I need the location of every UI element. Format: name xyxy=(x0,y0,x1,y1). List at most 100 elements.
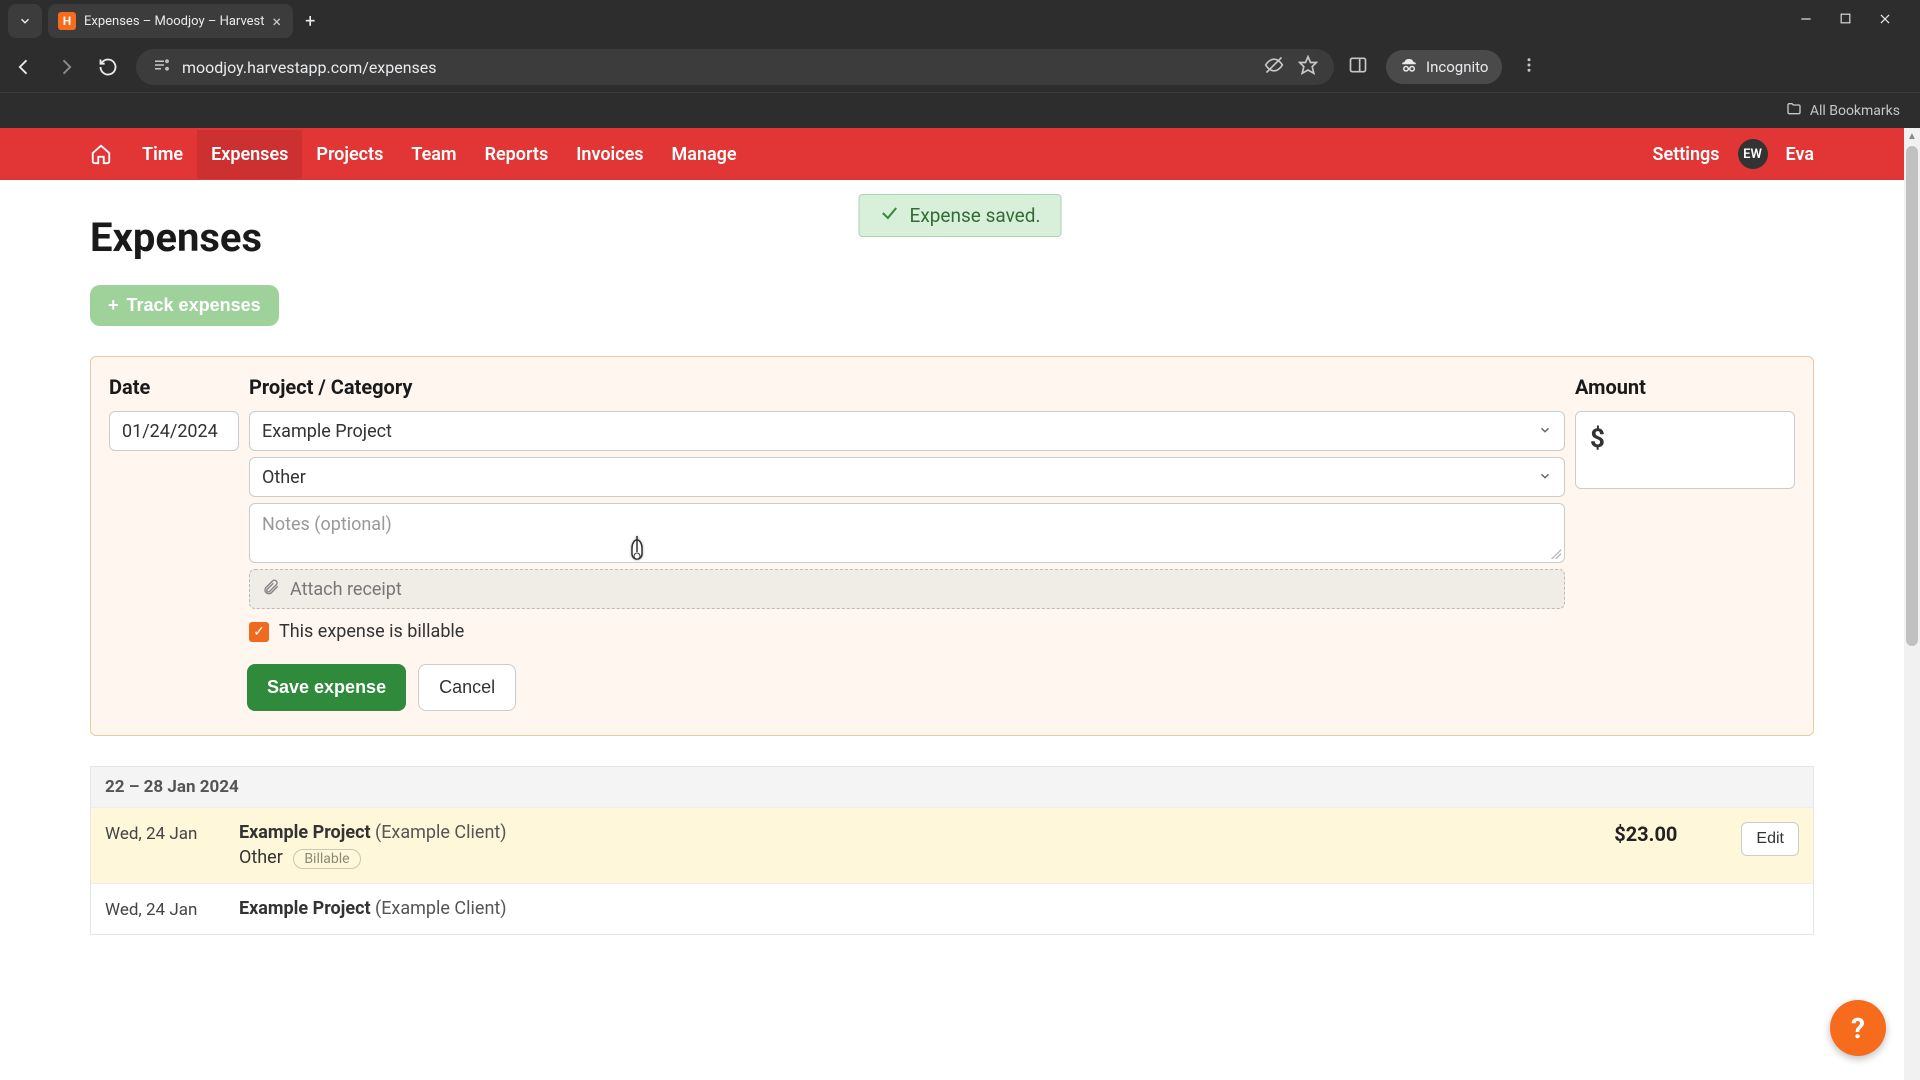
side-panel-icon[interactable] xyxy=(1348,55,1368,79)
list-group-header: 22 – 28 Jan 2024 xyxy=(91,767,1813,807)
form-buttons: Save expense Cancel xyxy=(247,664,1795,711)
check-icon xyxy=(880,203,900,228)
date-value: 01/24/2024 xyxy=(122,421,218,442)
browser-chrome: H Expenses – Moodjoy – Harvest × + xyxy=(0,0,1920,128)
avatar[interactable]: EW xyxy=(1738,139,1768,169)
all-bookmarks-link[interactable]: All Bookmarks xyxy=(1810,103,1900,119)
scrollbar[interactable]: ▲ xyxy=(1904,128,1920,1080)
extension-area: Incognito xyxy=(1348,50,1538,84)
attach-label: Attach receipt xyxy=(290,579,402,600)
nav-manage[interactable]: Manage xyxy=(658,130,751,179)
label-project: Project / Category xyxy=(249,375,1565,399)
home-icon[interactable] xyxy=(90,143,112,165)
nav-projects[interactable]: Projects xyxy=(302,130,397,179)
col-amount: Amount $ xyxy=(1575,375,1795,642)
date-input[interactable]: 01/24/2024 xyxy=(109,411,239,451)
nav-invoices[interactable]: Invoices xyxy=(562,130,657,179)
incognito-icon xyxy=(1400,56,1418,78)
tab-title: Expenses – Moodjoy – Harvest xyxy=(84,14,265,29)
tab-strip: H Expenses – Moodjoy – Harvest × + xyxy=(0,0,1920,42)
close-icon[interactable]: × xyxy=(273,12,282,31)
project-value: Example Project xyxy=(262,421,392,442)
site-info-icon[interactable] xyxy=(152,56,170,78)
nav-expenses[interactable]: Expenses xyxy=(197,130,302,179)
cancel-button[interactable]: Cancel xyxy=(418,664,516,711)
nav-team[interactable]: Team xyxy=(397,130,470,179)
url-text: moodjoy.harvestapp.com/expenses xyxy=(182,58,437,77)
forward-button[interactable] xyxy=(52,57,80,77)
table-row: Wed, 24 Jan Example Project (Example Cli… xyxy=(91,807,1813,883)
row-date: Wed, 24 Jan xyxy=(105,822,215,844)
addr-right xyxy=(1264,55,1318,79)
reload-button[interactable] xyxy=(94,57,122,77)
scrollbar-thumb[interactable] xyxy=(1906,146,1918,646)
row-client: (Example Client) xyxy=(375,898,507,919)
window-controls xyxy=(1799,12,1912,30)
eye-off-icon[interactable] xyxy=(1264,55,1284,79)
chevron-down-icon xyxy=(1538,467,1552,488)
row-project: Example Project xyxy=(239,898,371,919)
window-close-icon[interactable] xyxy=(1878,12,1892,30)
row-client: (Example Client) xyxy=(375,822,507,843)
nav-reports[interactable]: Reports xyxy=(471,130,563,179)
nav-list: Time Expenses Projects Team Reports Invo… xyxy=(128,130,751,179)
kebab-menu-icon[interactable] xyxy=(1520,56,1538,78)
label-amount: Amount xyxy=(1575,375,1795,399)
help-fab[interactable]: ? xyxy=(1830,1000,1886,1056)
app-nav: Time Expenses Projects Team Reports Invo… xyxy=(0,128,1904,180)
amount-input[interactable]: $ xyxy=(1575,411,1795,489)
row-category: Other xyxy=(239,847,283,868)
address-bar[interactable]: moodjoy.harvestapp.com/expenses xyxy=(136,49,1334,85)
question-icon: ? xyxy=(1851,1012,1865,1045)
folder-icon xyxy=(1786,101,1802,121)
tab-search-button[interactable] xyxy=(8,4,42,38)
nav-time[interactable]: Time xyxy=(128,130,197,179)
billable-label: This expense is billable xyxy=(279,621,464,642)
nav-settings[interactable]: Settings xyxy=(1653,144,1720,165)
row-project: Example Project xyxy=(239,822,371,843)
billable-badge: Billable xyxy=(293,849,360,869)
incognito-label: Incognito xyxy=(1426,58,1488,76)
attach-receipt-button[interactable]: Attach receipt xyxy=(249,569,1565,609)
browser-toolbar: moodjoy.harvestapp.com/expenses Incognit… xyxy=(0,42,1920,92)
track-btn-label: Track expenses xyxy=(127,295,261,316)
notes-placeholder: Notes (optional) xyxy=(262,514,392,535)
row-amount: $23.00 xyxy=(1614,822,1677,846)
star-icon[interactable] xyxy=(1298,55,1318,79)
bookmarks-bar: All Bookmarks xyxy=(0,92,1920,128)
page-container: Expenses + Track expenses Date 01/24/202… xyxy=(0,180,1904,935)
row-body: Example Project (Example Client) xyxy=(239,898,1799,919)
form-row: Date 01/24/2024 Project / Category Examp… xyxy=(109,375,1795,642)
paperclip-icon xyxy=(262,578,280,601)
flash-text: Expense saved. xyxy=(910,204,1041,227)
edit-button[interactable]: Edit xyxy=(1741,822,1799,856)
browser-tab[interactable]: H Expenses – Moodjoy – Harvest × xyxy=(48,4,293,38)
favicon-icon: H xyxy=(58,12,76,30)
row-date: Wed, 24 Jan xyxy=(105,898,215,920)
expense-form-card: Date 01/24/2024 Project / Category Examp… xyxy=(90,356,1814,736)
col-date: Date 01/24/2024 xyxy=(109,375,239,642)
save-button[interactable]: Save expense xyxy=(247,664,406,711)
scroll-up-icon[interactable]: ▲ xyxy=(1904,128,1920,144)
billable-checkbox[interactable]: ✓ xyxy=(249,622,269,642)
back-button[interactable] xyxy=(10,57,38,77)
nav-username[interactable]: Eva xyxy=(1786,144,1814,165)
nav-right: Settings EW Eva xyxy=(1653,139,1814,169)
plus-icon: + xyxy=(108,295,119,316)
chevron-down-icon xyxy=(1538,421,1552,442)
col-project: Project / Category Example Project Other… xyxy=(249,375,1565,642)
new-tab-button[interactable]: + xyxy=(299,11,321,32)
track-expenses-button[interactable]: + Track expenses xyxy=(90,285,279,326)
billable-row: ✓ This expense is billable xyxy=(249,621,1565,642)
currency-symbol: $ xyxy=(1590,424,1605,454)
table-row: Wed, 24 Jan Example Project (Example Cli… xyxy=(91,883,1813,934)
chevron-down-icon xyxy=(18,14,32,28)
expense-list: 22 – 28 Jan 2024 Wed, 24 Jan Example Pro… xyxy=(90,766,1814,935)
incognito-badge[interactable]: Incognito xyxy=(1386,50,1502,84)
minimize-icon[interactable] xyxy=(1799,12,1813,30)
maximize-icon[interactable] xyxy=(1839,12,1852,30)
category-select[interactable]: Other xyxy=(249,457,1565,497)
notes-textarea[interactable]: Notes (optional) xyxy=(249,503,1565,563)
category-value: Other xyxy=(262,467,306,488)
project-select[interactable]: Example Project xyxy=(249,411,1565,451)
